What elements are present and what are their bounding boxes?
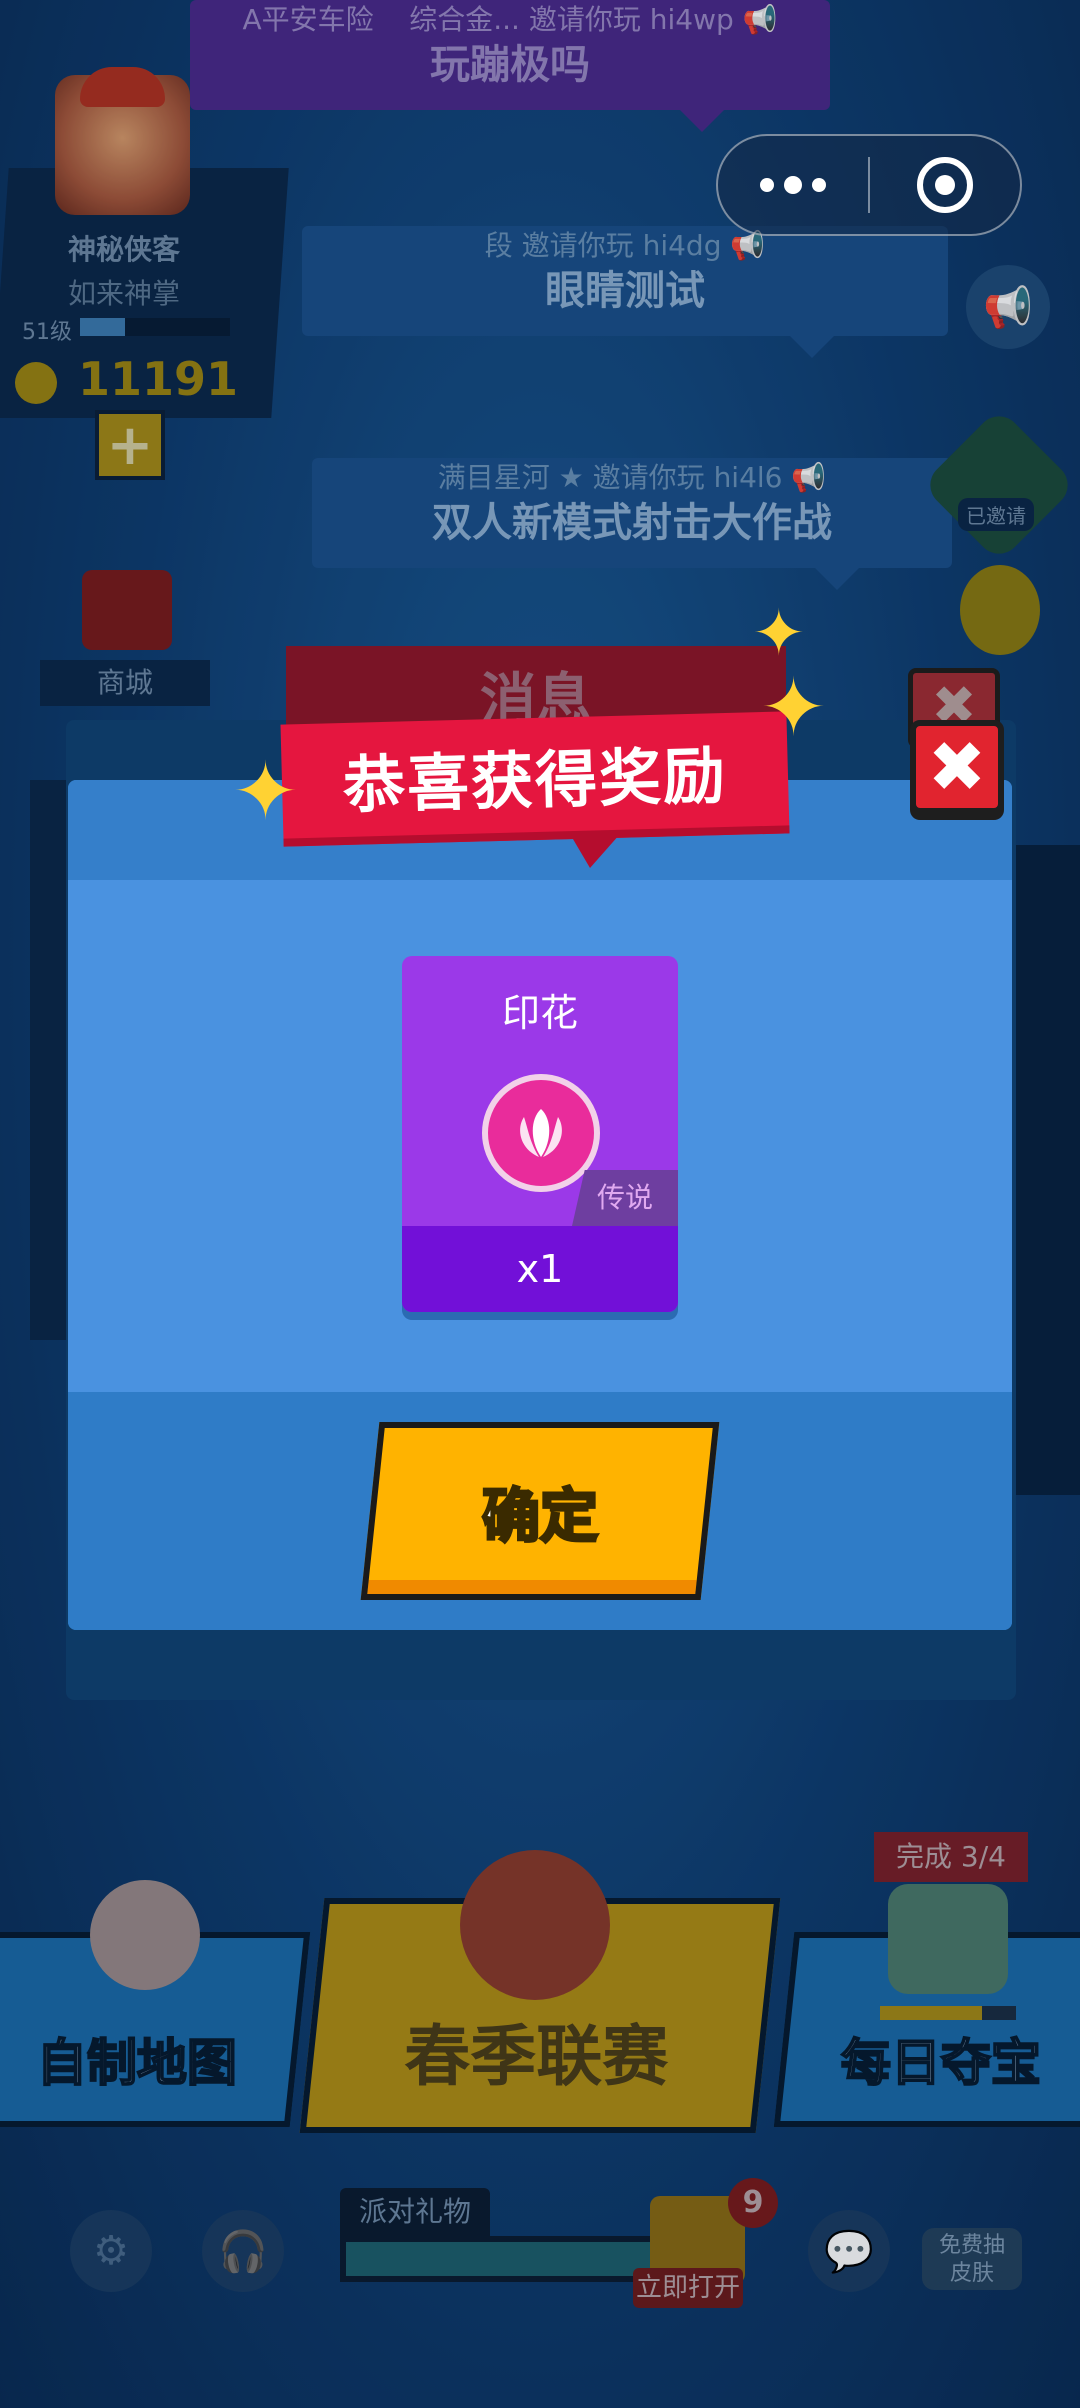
- lotus-stamp-icon: [482, 1074, 600, 1192]
- more-menu-button[interactable]: [718, 176, 868, 194]
- target-icon: [916, 157, 973, 213]
- more-dots-icon: [784, 176, 802, 194]
- reward-quantity: x1: [402, 1226, 678, 1312]
- sparkle-icon: ✦: [232, 745, 300, 838]
- lotus-icon: [520, 1109, 562, 1157]
- sparkle-icon: ✦: [752, 597, 806, 671]
- close-icon: ✖: [927, 726, 987, 808]
- reward-item-name: 印花: [501, 991, 578, 1035]
- reward-item-card: 印花 传说 x1: [402, 956, 678, 1312]
- close-button[interactable]: ✖: [910, 720, 1004, 814]
- more-dots-icon: [760, 178, 774, 192]
- more-dots-icon: [812, 178, 826, 192]
- target-dot: [934, 175, 955, 195]
- confirm-button[interactable]: 确定: [360, 1422, 720, 1600]
- exit-miniprogram-button[interactable]: [870, 157, 1020, 213]
- miniprogram-capsule: [716, 134, 1022, 236]
- banner-tail: [570, 834, 620, 868]
- reward-title-banner: 恭喜获得奖励: [280, 711, 790, 847]
- reward-title: 恭喜获得奖励: [342, 738, 728, 823]
- sparkle-icon: ✦: [760, 661, 828, 754]
- rarity-tag: 传说: [572, 1170, 678, 1226]
- confirm-label: 确定: [480, 1481, 599, 1552]
